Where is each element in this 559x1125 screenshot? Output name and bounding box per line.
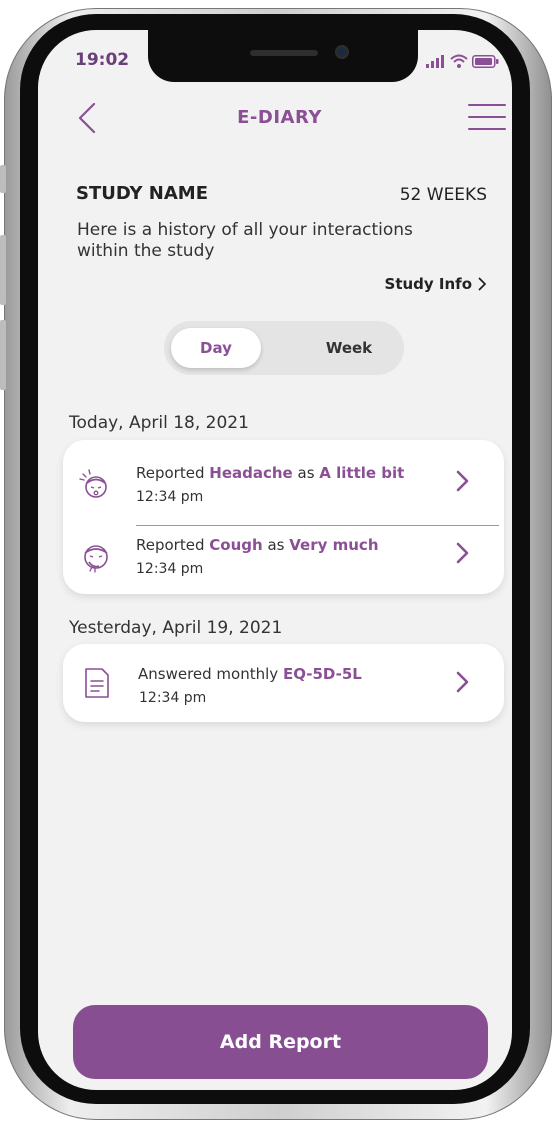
chevron-right-icon (456, 542, 469, 564)
entry-description: Reported Cough as Very much (136, 536, 379, 554)
entry-value: A little bit (319, 464, 405, 482)
entry-connector: as (297, 464, 315, 482)
wifi-icon (450, 54, 468, 68)
menu-button[interactable] (468, 104, 506, 134)
headache-face-icon (79, 469, 107, 498)
entry-description: Answered monthly EQ-5D-5L (138, 665, 362, 683)
phone-side-button (0, 165, 6, 193)
entry-time: 12:34 pm (136, 561, 204, 577)
entry-divider (136, 525, 499, 526)
chevron-right-icon (456, 671, 469, 693)
entry-time: 12:34 pm (139, 690, 207, 706)
battery-icon (472, 55, 499, 68)
entry-item: Headache (209, 464, 293, 482)
diary-entry[interactable]: Reported Cough as Very much 12:34 pm (63, 536, 504, 586)
entry-verb: Reported (136, 536, 205, 554)
hamburger-icon-line (468, 128, 506, 130)
entry-description: Reported Headache as A little bit (136, 464, 404, 482)
entry-item: Cough (209, 536, 263, 554)
date-heading: Yesterday, April 19, 2021 (69, 618, 283, 638)
diary-card: Answered monthly EQ-5D-5L 12:34 pm (63, 644, 504, 722)
date-heading: Today, April 18, 2021 (69, 413, 249, 433)
toggle-day[interactable]: Day (171, 328, 261, 368)
status-icons (426, 54, 499, 68)
diary-entry[interactable]: Reported Headache as A little bit 12:34 … (63, 464, 504, 514)
chevron-right-icon (478, 277, 486, 291)
study-name: STUDY NAME (76, 183, 208, 204)
add-report-button[interactable]: Add Report (73, 1005, 488, 1079)
entry-item: EQ-5D-5L (282, 665, 362, 683)
phone-speaker (250, 50, 318, 56)
document-icon (85, 668, 109, 698)
hamburger-icon-line (468, 104, 506, 106)
hamburger-icon-line (468, 116, 506, 118)
entry-time: 12:34 pm (136, 489, 204, 505)
diary-entry[interactable]: Answered monthly EQ-5D-5L 12:34 pm (63, 665, 504, 709)
phone-volume-up-button (0, 235, 6, 305)
period-toggle: Day Week (164, 321, 404, 375)
entry-connector: as (267, 536, 285, 554)
study-duration: 52 WEEKS (399, 185, 487, 205)
entry-verb: Answered monthly (138, 665, 279, 683)
status-time: 19:02 (75, 50, 130, 70)
study-info-link[interactable]: Study Info (385, 275, 487, 293)
chevron-right-icon (456, 470, 469, 492)
toggle-week[interactable]: Week (304, 328, 394, 368)
study-description: Here is a history of all your interactio… (77, 220, 413, 261)
entry-value: Very much (289, 536, 379, 554)
phone-volume-down-button (0, 320, 6, 390)
signal-icon (426, 55, 444, 68)
diary-card: Reported Headache as A little bit 12:34 … (63, 440, 504, 594)
front-camera (335, 45, 349, 59)
study-info-label: Study Info (384, 275, 472, 293)
cough-face-icon (84, 545, 108, 573)
phone-notch (148, 30, 418, 82)
entry-verb: Reported (136, 464, 205, 482)
